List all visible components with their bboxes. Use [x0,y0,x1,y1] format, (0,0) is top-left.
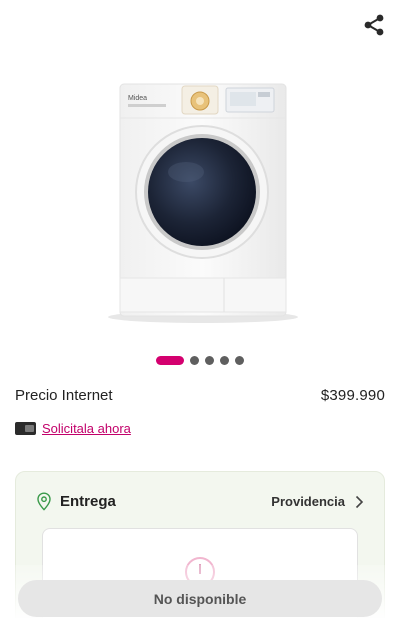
svg-text:Midea: Midea [128,95,147,102]
pager-dot[interactable] [190,356,199,365]
price-row: Precio Internet $399.990 [15,387,385,404]
image-pager [0,356,400,365]
pager-dot[interactable] [220,356,229,365]
request-credit-link[interactable]: Solicitala ahora [42,421,131,436]
delivery-title: Entrega [60,493,116,510]
share-icon [364,14,384,36]
product-image[interactable]: Midea [108,80,298,325]
price-value: $399.990 [320,387,385,404]
pager-dot[interactable] [235,356,244,365]
chevron-right-icon [355,495,364,508]
location-pin-icon [37,492,51,511]
credit-row: Solicitala ahora [15,421,131,436]
credit-card-icon [15,422,36,435]
share-button[interactable] [362,13,386,37]
delivery-header: Entrega Providencia [36,492,364,511]
unavailable-button[interactable]: No disponible [18,580,382,617]
pager-dot-active[interactable] [156,356,184,365]
delivery-title-group: Entrega [36,492,116,511]
price-label: Precio Internet [15,387,113,404]
delivery-location: Providencia [271,494,345,509]
delivery-location-selector[interactable]: Providencia [271,494,364,509]
pager-dot[interactable] [205,356,214,365]
